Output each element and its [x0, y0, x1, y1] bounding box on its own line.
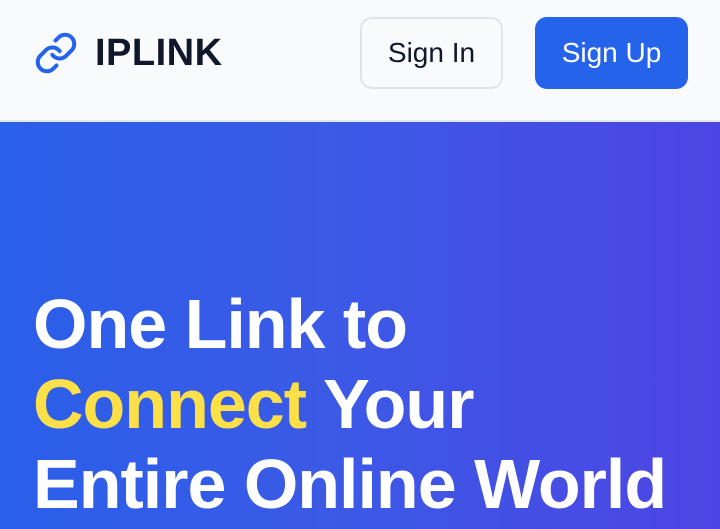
hero-title: One Link to Connect Your Entire Online W… [33, 284, 667, 524]
link-icon [33, 30, 79, 76]
site-header: IPLINK Sign In Sign Up [0, 0, 720, 122]
hero-title-line-1: One Link to [33, 285, 408, 363]
hero-section: One Link to Connect Your Entire Online W… [0, 122, 720, 529]
sign-up-button[interactable]: Sign Up [535, 17, 688, 89]
brand-name: IPLINK [95, 31, 223, 74]
hero-title-line-3: Entire Online World [33, 445, 667, 523]
hero-title-highlight: Connect [33, 365, 307, 443]
sign-in-button[interactable]: Sign In [360, 17, 503, 89]
hero-title-line-2-rest: Your [306, 365, 474, 443]
brand-logo[interactable]: IPLINK [33, 30, 223, 76]
